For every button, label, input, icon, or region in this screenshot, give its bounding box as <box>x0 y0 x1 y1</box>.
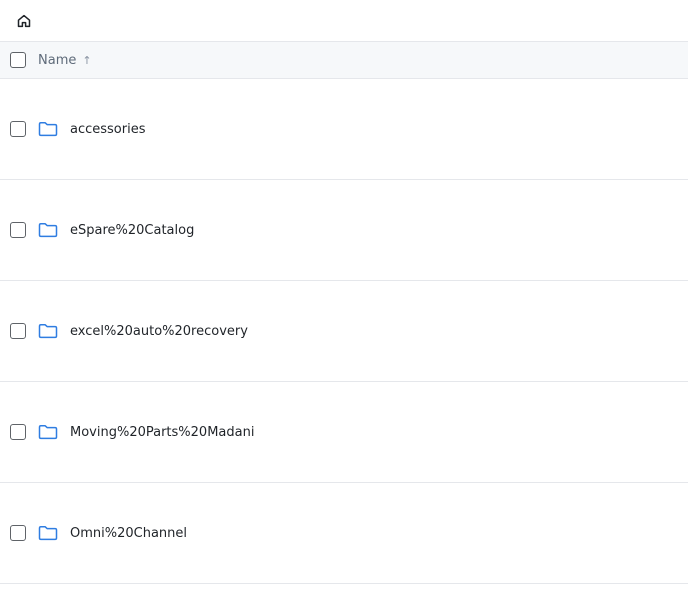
table-row[interactable]: excel%20auto%20recovery <box>0 281 688 382</box>
row-checkbox[interactable] <box>10 323 26 339</box>
row-checkbox[interactable] <box>10 222 26 238</box>
table-row[interactable]: Omni%20Channel <box>0 483 688 584</box>
folder-list: accessories eSpare%20Catalog excel%20aut… <box>0 79 688 584</box>
sort-ascending-icon: ↑ <box>82 53 92 67</box>
breadcrumb <box>0 0 688 41</box>
folder-name[interactable]: accessories <box>70 122 146 137</box>
row-checkbox[interactable] <box>10 424 26 440</box>
folder-icon <box>38 222 58 238</box>
table-row[interactable]: Moving%20Parts%20Madani <box>0 382 688 483</box>
folder-icon <box>38 525 58 541</box>
folder-icon <box>38 424 58 440</box>
name-column-header[interactable]: Name ↑ <box>38 53 92 68</box>
row-checkbox[interactable] <box>10 121 26 137</box>
folder-name[interactable]: eSpare%20Catalog <box>70 223 194 238</box>
folder-name[interactable]: Moving%20Parts%20Madani <box>70 425 254 440</box>
file-browser: Name ↑ accessories eSpare%20Catalog exce… <box>0 0 688 604</box>
folder-name[interactable]: Omni%20Channel <box>70 526 187 541</box>
folder-icon <box>38 121 58 137</box>
folder-name[interactable]: excel%20auto%20recovery <box>70 324 248 339</box>
name-column-label: Name <box>38 52 77 68</box>
home-icon <box>17 14 31 27</box>
folder-icon <box>38 323 58 339</box>
row-checkbox[interactable] <box>10 525 26 541</box>
table-row[interactable]: eSpare%20Catalog <box>0 180 688 281</box>
select-all-checkbox[interactable] <box>10 52 26 68</box>
table-header: Name ↑ <box>0 41 688 79</box>
home-button[interactable] <box>15 12 33 30</box>
table-row[interactable]: accessories <box>0 79 688 180</box>
